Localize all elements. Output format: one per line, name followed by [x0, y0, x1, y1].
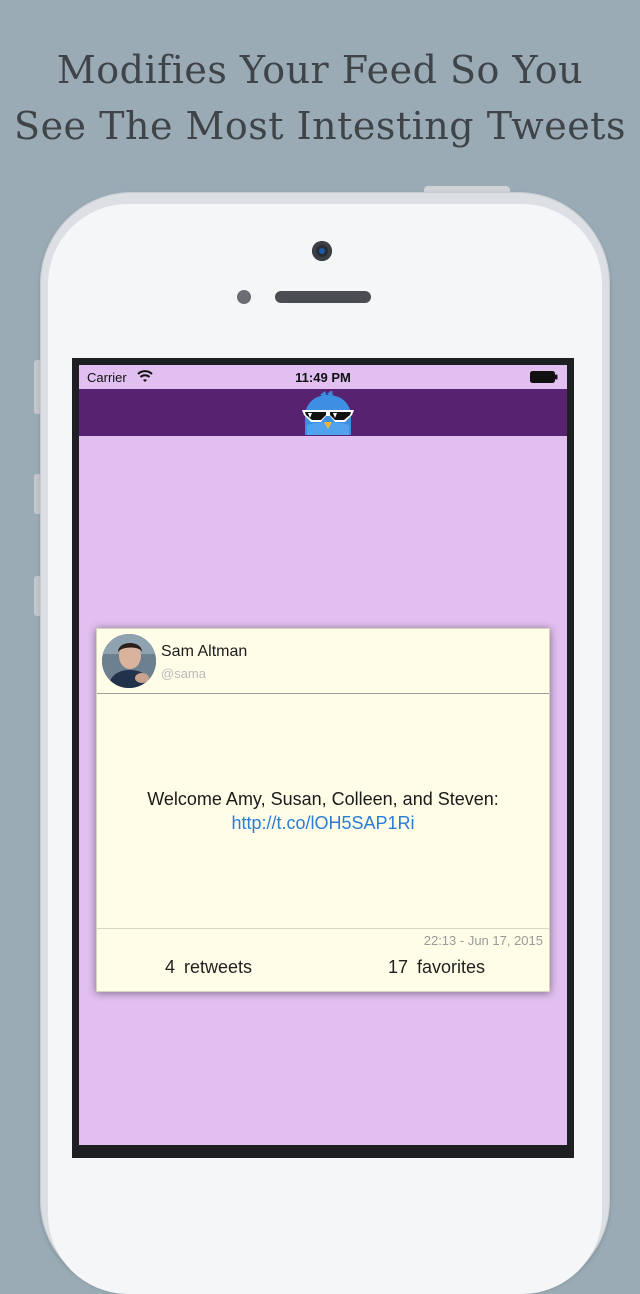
avatar-photo: [102, 634, 156, 688]
promo-headline-line-2: See The Most Intesting Tweets: [14, 104, 626, 148]
status-bar: Carrier 11:49 PM: [79, 365, 567, 389]
user-handle[interactable]: @sama: [161, 666, 206, 681]
user-name[interactable]: Sam Altman: [161, 643, 247, 661]
app-screen: Carrier 11:49 PM Sam Altman @sama Welcom…: [79, 365, 567, 1145]
status-time: 11:49 PM: [295, 370, 351, 385]
proximity-sensor: [237, 290, 251, 304]
earpiece-speaker: [275, 291, 371, 303]
header-divider: [97, 693, 549, 694]
battery-icon: [530, 371, 558, 383]
favorites-count: 17: [388, 957, 409, 977]
footer-divider: [97, 928, 549, 929]
tweet-card[interactable]: Sam Altman @sama Welcome Amy, Susan, Col…: [96, 628, 550, 992]
promo-headline: Modifies Your Feed So You See The Most I…: [0, 42, 640, 154]
retweets-label: retweets: [184, 957, 253, 977]
navigation-bar: [79, 389, 567, 436]
avatar[interactable]: [102, 634, 156, 688]
cool-bird-with-sunglasses-icon[interactable]: [299, 391, 357, 435]
favorites-stat[interactable]: 17 favorites: [388, 957, 485, 978]
retweets-count: 4: [165, 957, 176, 977]
tweet-timestamp: 22:13 - Jun 17, 2015: [423, 933, 543, 948]
tweet-body: Welcome Amy, Susan, Colleen, and Steven:…: [97, 787, 549, 835]
tweet-link[interactable]: http://t.co/lOH5SAP1Ri: [97, 811, 549, 835]
tweet-text: Welcome Amy, Susan, Colleen, and Steven:: [147, 789, 499, 809]
favorites-label: favorites: [417, 957, 486, 977]
retweets-stat[interactable]: 4 retweets: [165, 957, 252, 978]
promo-headline-line-1: Modifies Your Feed So You: [56, 48, 584, 92]
front-camera: [312, 241, 332, 261]
